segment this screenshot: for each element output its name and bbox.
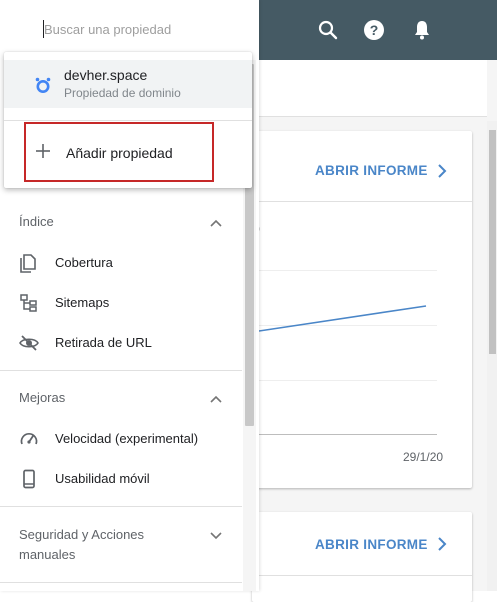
notifications-icon[interactable] xyxy=(410,18,434,42)
domain-property-icon xyxy=(35,77,51,93)
main-header xyxy=(259,60,487,117)
property-name: devher.space xyxy=(64,67,148,83)
plus-icon xyxy=(36,144,50,158)
search-icon[interactable] xyxy=(316,18,340,42)
nav-item-url-removal[interactable]: Retirada de URL xyxy=(0,325,242,361)
chart-x-tick-label: 29/1/20 xyxy=(403,450,444,464)
add-property-label: Añadir propiedad xyxy=(66,145,173,161)
nav-item-sitemaps[interactable]: Sitemaps xyxy=(0,285,242,321)
property-dropdown: devher.space Propiedad de dominio Añadir… xyxy=(4,52,252,188)
main-scrollbar-thumb[interactable] xyxy=(489,130,496,354)
nav-divider xyxy=(0,506,242,507)
smartphone-icon xyxy=(23,469,35,489)
open-report-button[interactable]: ABRIR INFORME xyxy=(315,537,428,552)
nav-item-label: Velocidad (experimental) xyxy=(55,431,199,446)
chart-gridline xyxy=(259,380,437,381)
property-search-input[interactable] xyxy=(43,20,244,38)
property-type: Propiedad de dominio xyxy=(64,86,181,100)
chevron-down-icon[interactable] xyxy=(210,532,222,540)
nav-item-coverage[interactable]: Cobertura xyxy=(0,245,242,281)
chevron-right-icon[interactable] xyxy=(436,537,448,551)
nav-divider xyxy=(0,370,242,371)
chart-x-axis xyxy=(259,434,437,435)
chart-gridline xyxy=(259,270,437,271)
speed-gauge-icon xyxy=(20,433,38,445)
card-divider xyxy=(252,575,472,576)
nav-item-speed[interactable]: Velocidad (experimental) xyxy=(0,421,242,457)
nav-divider xyxy=(0,582,242,583)
report-card xyxy=(252,512,472,602)
coverage-icon xyxy=(20,254,36,273)
help-icon[interactable]: ? xyxy=(364,20,384,40)
section-title-enhancements[interactable]: Mejoras xyxy=(19,388,65,408)
nav-item-label: Usabilidad móvil xyxy=(55,471,150,486)
card-divider xyxy=(252,201,472,202)
property-option-devher-space[interactable]: devher.space Propiedad de dominio xyxy=(4,60,252,108)
visibility-off-icon xyxy=(19,335,39,351)
sitemap-icon xyxy=(20,294,37,312)
chevron-up-icon[interactable] xyxy=(210,219,222,227)
chart-series-line xyxy=(259,305,427,332)
section-title-index[interactable]: Índice xyxy=(19,212,54,232)
add-property-button[interactable]: Añadir propiedad xyxy=(24,122,214,182)
nav-item-mobile-usability[interactable]: Usabilidad móvil xyxy=(0,461,242,497)
dropdown-divider xyxy=(4,120,252,121)
nav-item-label: Retirada de URL xyxy=(55,335,152,350)
section-title-security[interactable]: Seguridad y Acciones manuales xyxy=(19,525,199,565)
nav-item-label: Cobertura xyxy=(55,255,113,270)
chevron-up-icon[interactable] xyxy=(210,395,222,403)
nav-item-label: Sitemaps xyxy=(55,295,110,310)
open-report-button[interactable]: ABRIR INFORME xyxy=(315,163,428,178)
chevron-right-icon[interactable] xyxy=(436,164,448,178)
